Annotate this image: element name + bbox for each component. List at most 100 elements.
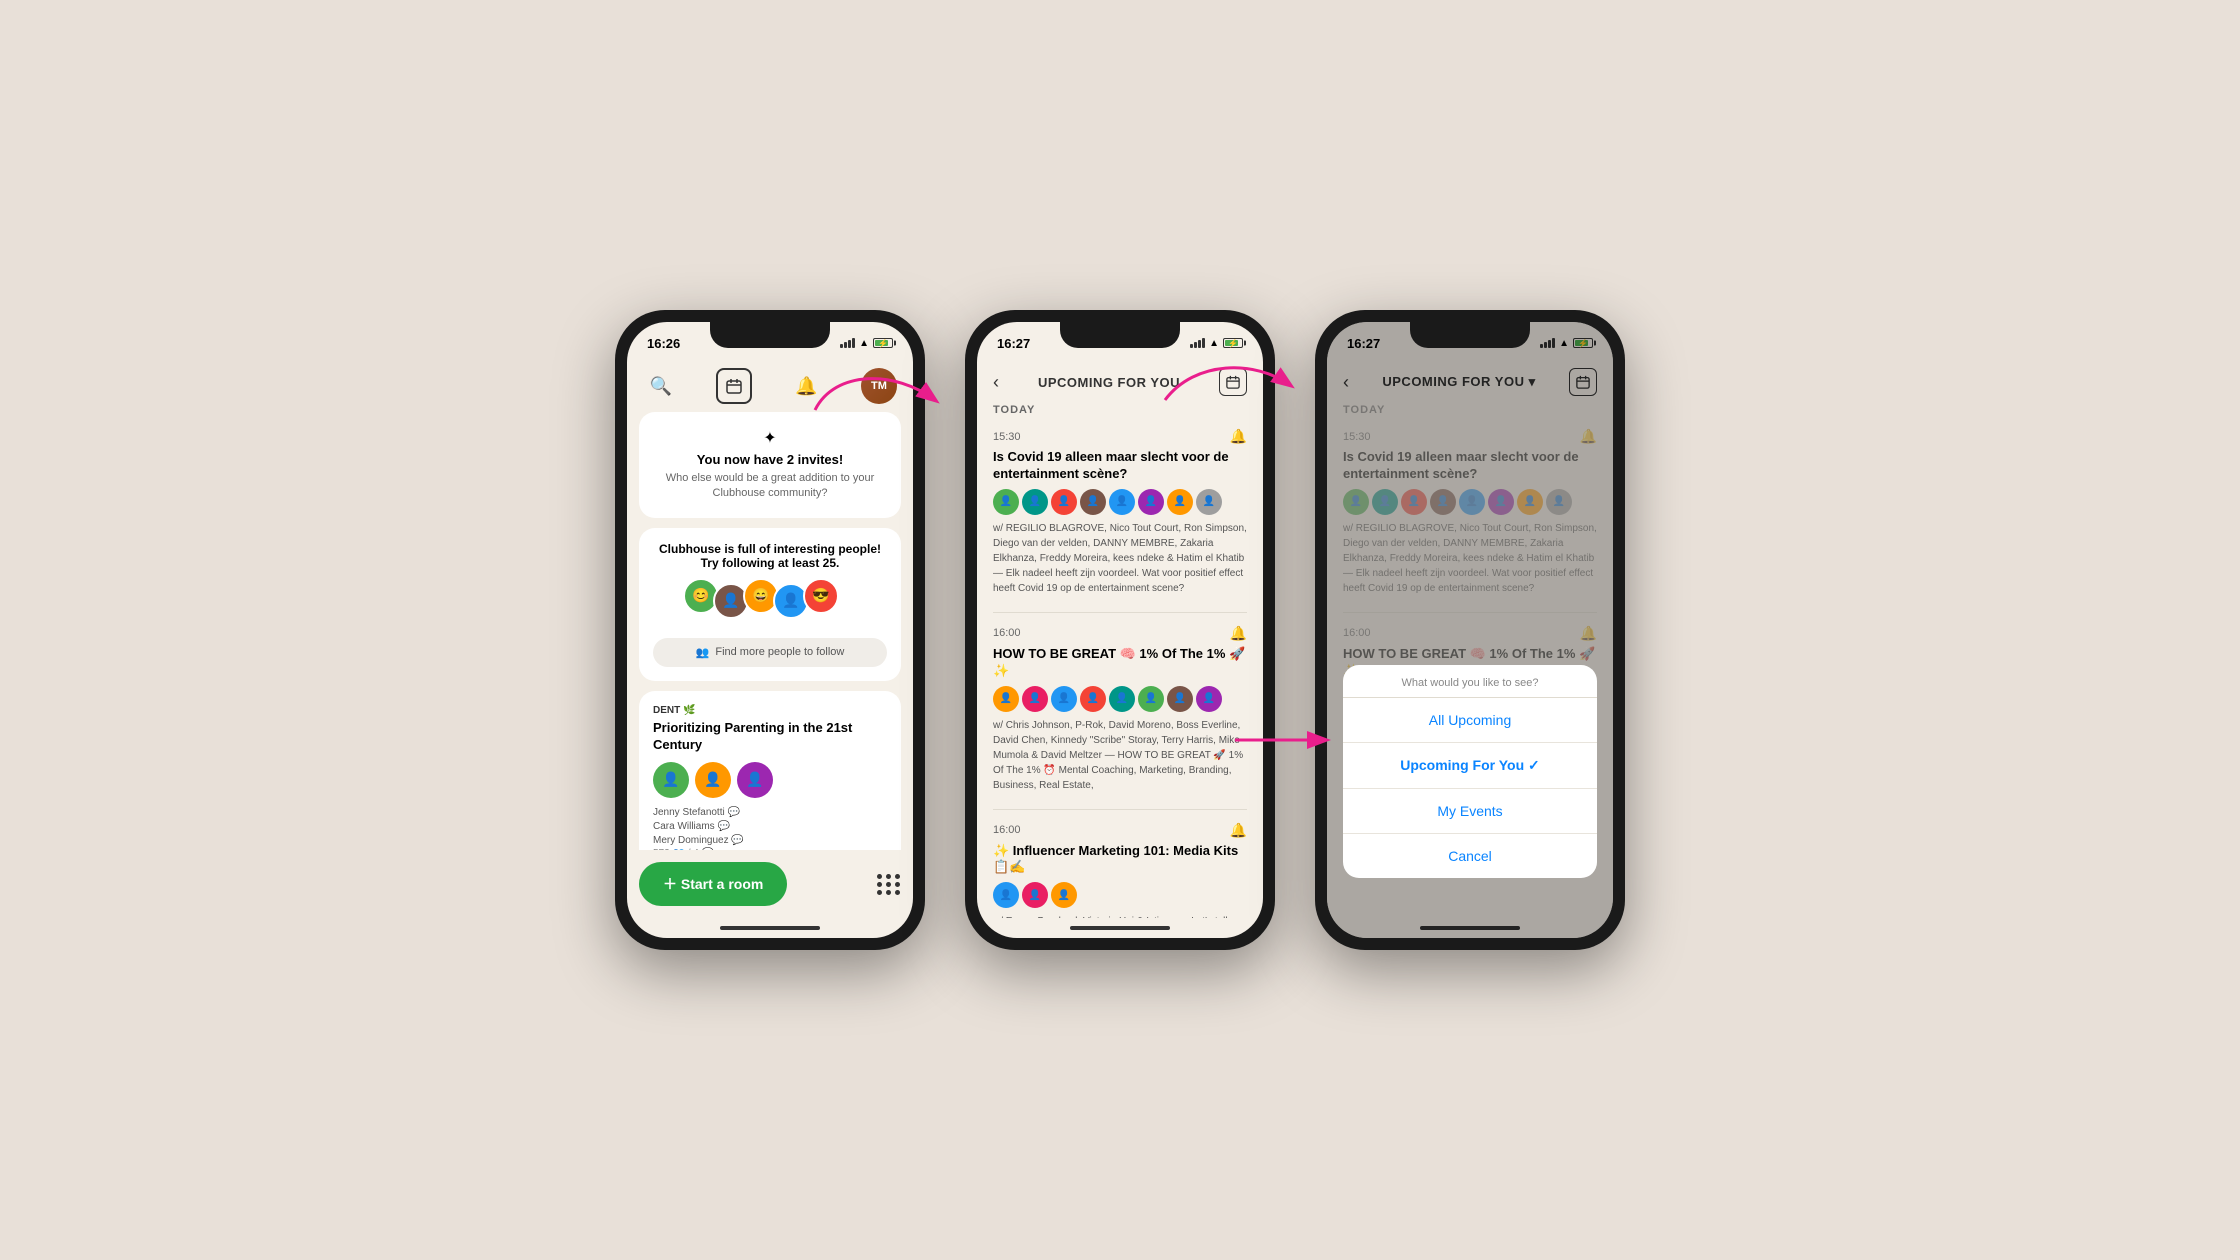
upcoming-header-2: ‹ UPCOMING FOR YOU (977, 360, 1263, 400)
calendar-button[interactable] (716, 368, 752, 404)
event-divider-1 (993, 612, 1247, 613)
invite-card: ✦ You now have 2 invites! Who else would… (639, 412, 901, 518)
event-item-2[interactable]: 16:00 🔔 HOW TO BE GREAT 🧠 1% Of The 1% 🚀… (993, 625, 1247, 793)
dropdown-my-events[interactable]: My Events (1343, 789, 1597, 834)
ev2-avatar-7: 👤 (1167, 686, 1193, 712)
ev-avatar-3: 👤 (1051, 489, 1077, 515)
event-time-3: 16:00 (993, 824, 1021, 836)
ev2-avatar-2: 👤 (1022, 686, 1048, 712)
speaker-avatar-2: 👤 (695, 762, 731, 798)
room-card-1[interactable]: DENT 🌿 Prioritizing Parenting in the 21s… (639, 691, 901, 850)
calendar-icon-2[interactable] (1219, 368, 1247, 396)
time-1: 16:26 (647, 336, 680, 351)
notch-2 (1060, 322, 1180, 348)
start-room-label: ＋ Start a room (663, 874, 763, 894)
bell-icon-2[interactable]: 🔔 (1230, 625, 1247, 642)
screen-3: 16:27 ▲ ⚡ ‹ (1327, 322, 1613, 938)
ev-avatar-6: 👤 (1138, 489, 1164, 515)
battery-2: ⚡ (1223, 338, 1243, 348)
back-button-2[interactable]: ‹ (993, 372, 999, 393)
ev-avatar-1: 👤 (993, 489, 1019, 515)
event-item-3[interactable]: 16:00 🔔 ✨ Influencer Marketing 101: Medi… (993, 822, 1247, 918)
upcoming-title-2: UPCOMING FOR YOU (1038, 375, 1180, 390)
speaker-avatar-3: 👤 (737, 762, 773, 798)
ev-avatar-7: 👤 (1167, 489, 1193, 515)
ev2-avatar-8: 👤 (1196, 686, 1222, 712)
event-desc-1: w/ REGILIO BLAGROVE, Nico Tout Court, Ro… (993, 521, 1247, 596)
ev2-avatar-4: 👤 (1080, 686, 1106, 712)
home-header: 🔍 🔔 TM (627, 360, 913, 412)
user-avatar[interactable]: TM (861, 368, 897, 404)
ev2-avatar-1: 👤 (993, 686, 1019, 712)
upcoming-feed-2: TODAY 15:30 🔔 Is Covid 19 alleen maar sl… (977, 400, 1263, 918)
invite-subtitle: Who else would be a great addition to yo… (655, 471, 885, 502)
ev2-avatar-5: 👤 (1109, 686, 1135, 712)
battery-1: ⚡ (873, 338, 893, 348)
status-icons-2: ▲ ⚡ (1190, 338, 1243, 349)
room-speakers-1: 👤 👤 👤 (653, 762, 887, 798)
event-time-2: 16:00 (993, 627, 1021, 639)
dropdown-all-upcoming[interactable]: All Upcoming (1343, 698, 1597, 743)
event-title-1: Is Covid 19 alleen maar slecht voor de e… (993, 449, 1247, 483)
home-indicator-1 (627, 918, 913, 938)
dropdown-question: What would you like to see? (1343, 665, 1597, 698)
event-title-3: ✨ Influencer Marketing 101: Media Kits 📋… (993, 843, 1247, 877)
speaker-names-3: Mery Dominguez 💬 (653, 834, 887, 848)
room-title-1: Prioritizing Parenting in the 21st Centu… (653, 720, 887, 754)
time-2: 16:27 (997, 336, 1030, 351)
speaker-names-1: Jenny Stefanotti 💬 (653, 806, 887, 820)
ev-avatar-5: 👤 (1109, 489, 1135, 515)
phone-1: 16:26 ▲ ⚡ 🔍 (615, 310, 925, 950)
event-time-1: 15:30 (993, 431, 1021, 443)
find-more-label: Find more people to follow (715, 646, 844, 658)
notch-1 (710, 322, 830, 348)
ev3-avatar-1: 👤 (993, 882, 1019, 908)
home-feed: ✦ You now have 2 invites! Who else would… (627, 412, 913, 850)
event-title-2: HOW TO BE GREAT 🧠 1% Of The 1% 🚀✨ (993, 646, 1247, 680)
invite-star: ✦ (655, 428, 885, 448)
status-icons-1: ▲ ⚡ (840, 338, 893, 349)
ev2-avatar-3: 👤 (1051, 686, 1077, 712)
ev-avatar-4: 👤 (1080, 489, 1106, 515)
screen-1: 16:26 ▲ ⚡ 🔍 (627, 322, 913, 938)
phone-3: 16:27 ▲ ⚡ ‹ (1315, 310, 1625, 950)
dropdown-sheet: What would you like to see? All Upcoming… (1343, 665, 1597, 878)
ev3-avatar-2: 👤 (1022, 882, 1048, 908)
follow-title: Clubhouse is full of interesting people!… (653, 542, 887, 570)
signal-1 (840, 338, 855, 348)
phone-2: 16:27 ▲ ⚡ ‹ UPCOMING (965, 310, 1275, 950)
notification-button[interactable]: 🔔 (788, 368, 824, 404)
home-indicator-2 (977, 918, 1263, 938)
speaker-names-2: Cara Williams 💬 (653, 820, 887, 834)
ev2-avatar-6: 👤 (1138, 686, 1164, 712)
invite-title: You now have 2 invites! (655, 452, 885, 467)
event-item-1[interactable]: 15:30 🔔 Is Covid 19 alleen maar slecht v… (993, 428, 1247, 596)
bell-icon-3[interactable]: 🔔 (1230, 822, 1247, 839)
find-more-button[interactable]: 👥 Find more people to follow (653, 638, 887, 667)
event-avatars-3: 👤 👤 👤 (993, 882, 1247, 908)
ev-avatar-8: 👤 (1196, 489, 1222, 515)
event-desc-2: w/ Chris Johnson, P-Rok, David Moreno, B… (993, 718, 1247, 793)
grid-menu[interactable] (877, 874, 901, 895)
dropdown-upcoming-for-you[interactable]: Upcoming For You ✓ (1343, 743, 1597, 789)
signal-2 (1190, 338, 1205, 348)
search-button[interactable]: 🔍 (643, 368, 679, 404)
event-avatars-1: 👤 👤 👤 👤 👤 👤 👤 👤 (993, 489, 1247, 515)
avatar-cluster: 😊 👤 😄 👤 😎 (653, 578, 887, 628)
home-bottom: ＋ Start a room (627, 850, 913, 918)
event-avatars-2: 👤 👤 👤 👤 👤 👤 👤 👤 (993, 686, 1247, 712)
notch-3 (1410, 322, 1530, 348)
bell-icon-1[interactable]: 🔔 (1230, 428, 1247, 445)
start-room-button[interactable]: ＋ Start a room (639, 862, 787, 906)
ev-avatar-2: 👤 (1022, 489, 1048, 515)
dropdown-cancel[interactable]: Cancel (1343, 834, 1597, 878)
ev3-avatar-3: 👤 (1051, 882, 1077, 908)
section-label-2: TODAY (993, 404, 1247, 416)
room-club-1: DENT 🌿 (653, 705, 887, 716)
event-divider-2 (993, 809, 1247, 810)
wifi-icon-2: ▲ (1209, 338, 1219, 349)
screen-2: 16:27 ▲ ⚡ ‹ UPCOMING (977, 322, 1263, 938)
wifi-icon-1: ▲ (859, 338, 869, 349)
follow-card: Clubhouse is full of interesting people!… (639, 528, 901, 681)
cluster-avatar-5: 😎 (803, 578, 839, 614)
